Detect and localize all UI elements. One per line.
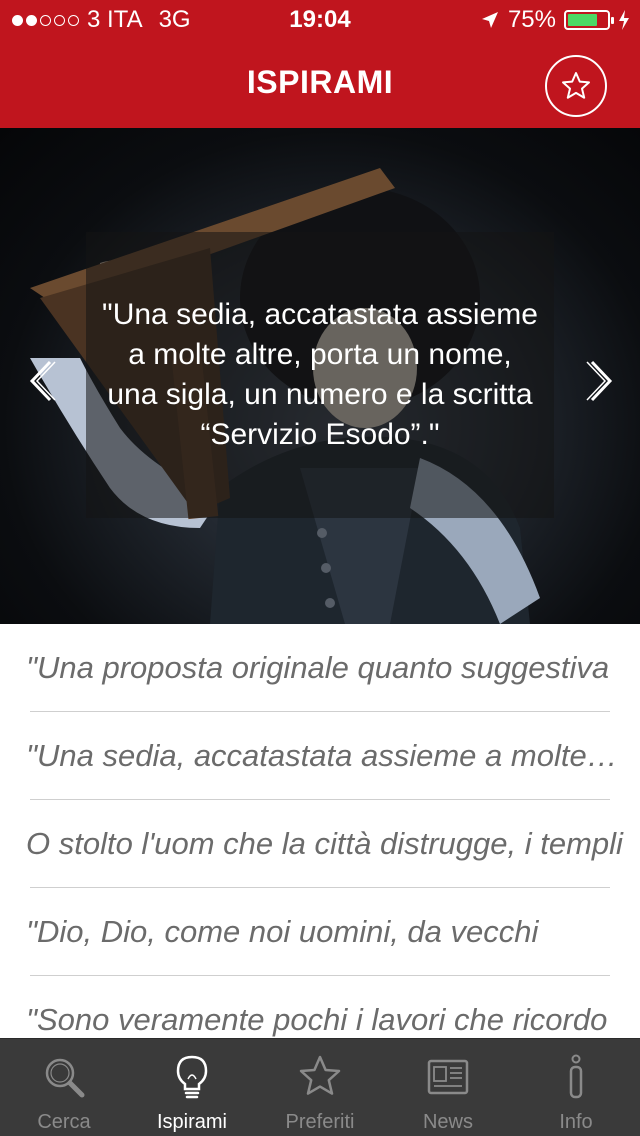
list-item-text: "Una sedia, accatastata assieme a molte … [26,738,624,773]
tab-ispirami[interactable]: Ispirami [128,1039,256,1136]
tab-label: News [422,1111,473,1133]
list-item[interactable]: "Una proposta originale quanto suggestiv… [26,624,610,712]
battery-percent: 75% [507,6,556,33]
page-title: ISPIRAMI [246,64,394,100]
lightbulb-icon [176,1055,208,1099]
tab-label: Preferiti [285,1111,355,1133]
favorite-button[interactable] [545,55,607,117]
next-quote-button[interactable] [580,356,620,406]
header-bar: 3 ITA 3G 19:04 75% ISPIRAMI [0,0,640,128]
location-arrow-icon [481,12,498,28]
list-item[interactable]: "Una sedia, accatastata assieme a molte … [26,712,624,800]
tab-label: Cerca [37,1111,91,1133]
battery-icon [564,10,614,30]
tab-news[interactable]: News [384,1039,512,1136]
list-item-text: "Dio, Dio, come noi uomini, da vecchi [26,914,539,949]
charging-bolt-icon [619,10,629,30]
tab-info[interactable]: Info [512,1039,640,1136]
newspaper-icon [427,1059,469,1095]
quotes-list[interactable]: "Una proposta originale quanto suggestiv… [0,624,640,1038]
chevron-right-icon [586,360,613,402]
hero-image-carousel[interactable]: "Una sedia, accatastata assieme a molte … [0,128,640,624]
featured-quote: "Una sedia, accatastata assieme a molte … [102,298,538,451]
tab-cerca[interactable]: Cerca [0,1039,128,1136]
list-item-text: "Sono veramente pochi i lavori che ricor… [26,1002,608,1037]
chevron-left-icon [29,360,56,402]
status-right: 75% [480,6,630,34]
info-icon [569,1054,583,1099]
tab-preferiti[interactable]: Preferiti [256,1039,384,1136]
quote-overlay: "Una sedia, accatastata assieme a molte … [86,232,554,518]
list-item[interactable]: "Sono veramente pochi i lavori che ricor… [26,976,610,1038]
star-icon [299,1055,341,1095]
list-item[interactable]: "Dio, Dio, come noi uomini, da vecchi [26,888,610,976]
list-item-text: "Una proposta originale quanto suggestiv… [26,650,610,685]
status-bar: 3 ITA 3G 19:04 75% [0,0,640,40]
tab-bar: Cerca Ispirami Preferiti News Info [0,1038,640,1136]
previous-quote-button[interactable] [22,356,62,406]
tab-label: Ispirami [156,1111,227,1133]
list-item[interactable]: O stolto l'uom che la città distrugge, i… [26,800,623,888]
tab-label: Info [559,1111,593,1133]
search-icon [45,1058,85,1098]
list-item-text: O stolto l'uom che la città distrugge, i… [26,826,623,861]
battery-fill [568,14,597,26]
star-icon [562,72,590,99]
